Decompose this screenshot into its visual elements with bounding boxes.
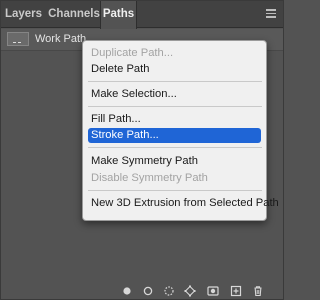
fill-path-icon[interactable] xyxy=(121,285,133,297)
menu-item-make-selection[interactable]: Make Selection... xyxy=(88,87,261,102)
path-name: Work Path xyxy=(35,33,87,45)
new-path-icon[interactable] xyxy=(230,285,242,297)
tab-channels[interactable]: Channels xyxy=(46,1,102,28)
stroke-path-icon[interactable] xyxy=(142,285,154,297)
panel-menu-icon[interactable] xyxy=(266,9,276,18)
tab-layers[interactable]: Layers xyxy=(1,1,46,28)
menu-item-fill-path[interactable]: Fill Path... xyxy=(88,112,261,127)
menu-item-disable-symmetry-path: Disable Symmetry Path xyxy=(91,172,208,184)
context-menu: Duplicate Path... Delete Path Make Selec… xyxy=(82,40,279,221)
tab-paths[interactable]: Paths xyxy=(100,1,137,29)
paths-panel: Layers Channels Paths Work Path Duplicat… xyxy=(0,0,284,300)
menu-item-duplicate-path: Duplicate Path... xyxy=(91,47,174,59)
menu-item-make-symmetry-path[interactable]: Make Symmetry Path xyxy=(88,154,261,169)
menu-separator xyxy=(88,106,262,107)
menu-item-new-3d-extrusion[interactable]: New 3D Extrusion from Selected Path xyxy=(88,196,279,211)
menu-item-delete-path[interactable]: Delete Path xyxy=(88,62,261,77)
add-mask-icon[interactable] xyxy=(207,285,219,297)
menu-separator xyxy=(88,81,262,82)
menu-separator xyxy=(88,190,262,191)
panel-tab-bar: Layers Channels Paths xyxy=(1,1,283,29)
load-as-selection-icon[interactable] xyxy=(163,285,175,297)
delete-path-icon[interactable] xyxy=(252,285,264,297)
path-thumbnail xyxy=(7,32,29,46)
make-work-path-icon[interactable] xyxy=(184,285,196,297)
menu-separator xyxy=(88,147,262,148)
menu-item-stroke-path[interactable]: Stroke Path... xyxy=(88,128,261,143)
